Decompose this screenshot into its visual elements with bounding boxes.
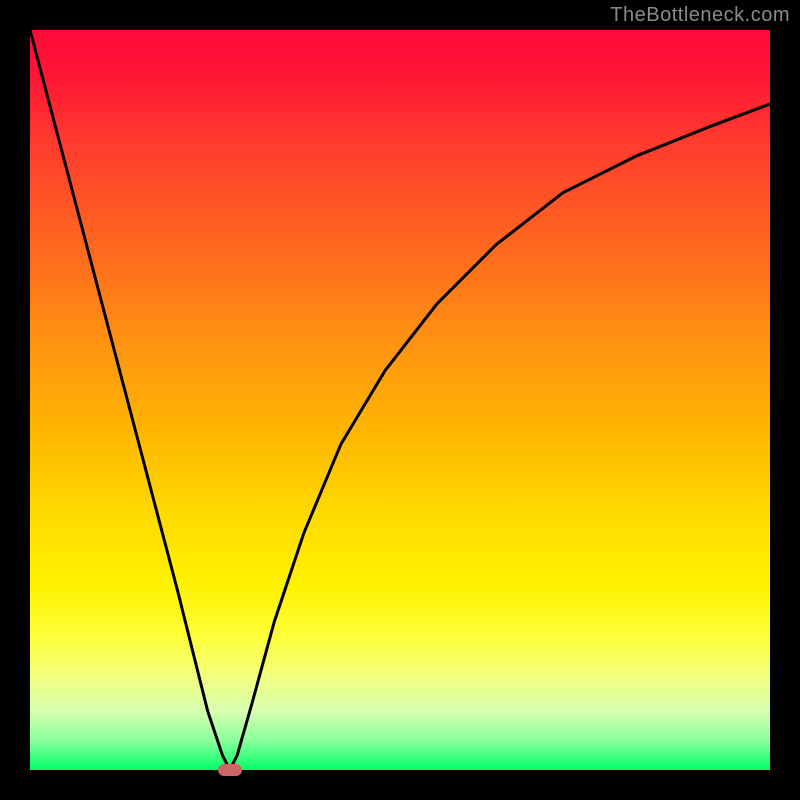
minimum-marker — [218, 764, 242, 776]
plot-area — [30, 30, 770, 770]
chart-frame: TheBottleneck.com — [0, 0, 800, 800]
bottleneck-curve — [30, 30, 770, 770]
watermark-text: TheBottleneck.com — [610, 4, 790, 27]
